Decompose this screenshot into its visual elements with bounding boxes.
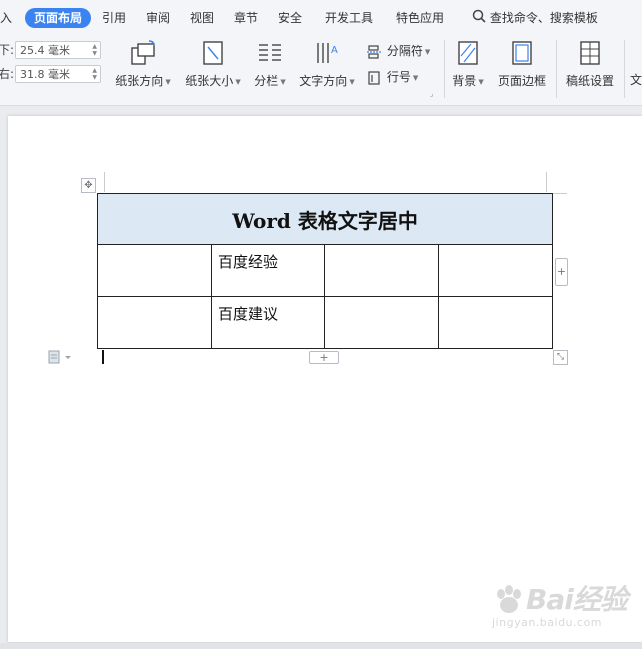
text-direction-icon: A — [317, 43, 338, 63]
table-cell[interactable] — [437, 244, 554, 297]
page-border-button[interactable]: 页面边框 — [494, 40, 550, 89]
table-cell[interactable] — [97, 296, 212, 349]
chevron-down-icon: ▼ — [235, 77, 241, 86]
divider — [556, 40, 557, 98]
more-button[interactable]: 文 — [630, 71, 642, 88]
spin-arrows-icon[interactable]: ▲ ▼ — [92, 43, 97, 57]
margin-bottom-label: 下: — [0, 43, 15, 57]
cell-text — [439, 245, 552, 251]
table-row: 百度建议 — [97, 296, 554, 349]
tab-page-layout[interactable]: 页面布局 — [25, 8, 92, 28]
command-search[interactable]: 查找命令、搜索模板 — [472, 8, 598, 28]
table-cell[interactable] — [437, 296, 554, 349]
cell-text: 百度经验 — [218, 253, 279, 271]
table-cell[interactable] — [97, 244, 212, 297]
watermark: Bai经验 jingyan.baidu.com — [492, 578, 628, 629]
table-header-row: Word 表格文字居中 — [96, 193, 554, 245]
columns-label: 分栏 — [254, 74, 279, 88]
background-icon — [458, 41, 478, 65]
orientation-label: 纸张方向 — [115, 74, 164, 88]
corner-guide — [546, 172, 547, 192]
table-row: 百度经验 — [97, 244, 554, 297]
cell-text — [325, 245, 438, 251]
line-numbers-button[interactable]: 行号 ▼ — [367, 69, 418, 86]
table-move-handle-icon[interactable]: ✥ — [81, 178, 96, 193]
watermark-brand: Bai经验 — [526, 583, 628, 616]
columns-icon — [259, 44, 281, 61]
tab-view[interactable]: 视图 — [190, 8, 214, 28]
ribbon: 入 页面布局 引用 审阅 视图 章节 安全 开发工具 特色应用 查找命令、搜索模… — [0, 0, 642, 106]
background-button[interactable]: 背景 ▼ — [448, 40, 488, 89]
chevron-down-icon: ▼ — [412, 73, 419, 82]
chevron-down-icon: ▼ — [424, 47, 431, 56]
text-cursor — [102, 350, 104, 364]
tab-security[interactable]: 安全 — [278, 8, 302, 28]
cell-text: 百度建议 — [218, 305, 279, 323]
columns-button[interactable]: 分栏 ▼ — [250, 40, 290, 89]
margin-bottom-value: 25.4 毫米 — [20, 44, 70, 57]
orientation-icon — [131, 40, 155, 65]
background-label: 背景 — [452, 74, 477, 88]
cell-text — [439, 297, 552, 303]
tab-developer[interactable]: 开发工具 — [325, 8, 373, 28]
document-table[interactable]: Word 表格文字居中 百度经验 百度建议 — [96, 193, 554, 349]
paper-size-button[interactable]: 纸张大小 ▼ — [182, 40, 244, 89]
breaks-icon — [367, 44, 381, 59]
manuscript-button[interactable]: 稿纸设置 — [562, 40, 618, 89]
line-numbers-icon — [368, 70, 380, 85]
paw-logo-icon — [497, 585, 521, 613]
text-direction-button[interactable]: A 文字方向 ▼ — [296, 40, 358, 89]
chevron-down-icon: ▼ — [165, 77, 171, 86]
tab-references[interactable]: 引用 — [102, 8, 126, 28]
more-label: 文 — [630, 73, 642, 87]
tab-chapter[interactable]: 章节 — [234, 8, 258, 28]
divider — [444, 40, 445, 98]
tab-review[interactable]: 审阅 — [146, 8, 170, 28]
spin-arrows-icon[interactable]: ▲ ▼ — [92, 67, 97, 81]
add-column-icon[interactable]: + — [555, 258, 568, 286]
corner-guide — [104, 172, 105, 192]
table-cell[interactable]: 百度建议 — [211, 296, 325, 349]
margin-right-value: 31.8 毫米 — [20, 68, 70, 81]
paper-size-label: 纸张大小 — [185, 74, 234, 88]
corner-guide — [553, 193, 567, 194]
paragraph-options-icon[interactable] — [48, 349, 74, 368]
paper-size-icon — [203, 41, 223, 65]
divider — [624, 40, 625, 98]
cell-text — [98, 245, 211, 251]
margin-right-input[interactable]: 31.8 毫米 ▲ ▼ — [15, 65, 101, 83]
search-icon — [472, 9, 486, 29]
line-numbers-label: 行号 — [386, 70, 411, 84]
cell-text — [98, 297, 211, 303]
tab-insert[interactable]: 入 — [0, 8, 12, 28]
chevron-down-icon: ▼ — [280, 77, 286, 86]
table-cell[interactable] — [324, 296, 439, 349]
tab-features[interactable]: 特色应用 — [396, 8, 444, 28]
page-border-label: 页面边框 — [497, 74, 546, 88]
breaks-label: 分隔符 — [386, 44, 423, 58]
search-label: 查找命令、搜索模板 — [489, 11, 598, 25]
table-header-cell[interactable]: Word 表格文字居中 — [96, 193, 554, 245]
text-direction-label: 文字方向 — [299, 74, 348, 88]
page-border-icon — [512, 41, 532, 65]
svg-text:A: A — [331, 45, 338, 56]
table-cell[interactable] — [324, 244, 439, 297]
table-resize-icon[interactable]: ⤡ — [553, 350, 568, 365]
cell-text — [325, 297, 438, 303]
breaks-button[interactable]: 分隔符 ▼ — [367, 43, 430, 60]
dialog-launcher-icon[interactable]: ⌟ — [430, 90, 433, 98]
orientation-button[interactable]: 纸张方向 ▼ — [112, 40, 174, 89]
manuscript-label: 稿纸设置 — [565, 74, 614, 88]
add-row-icon[interactable]: + — [309, 351, 339, 364]
margin-bottom-input[interactable]: 25.4 毫米 ▲ ▼ — [15, 41, 101, 59]
chevron-down-icon: ▼ — [349, 77, 355, 86]
table-cell[interactable]: 百度经验 — [211, 244, 325, 297]
manuscript-icon — [580, 41, 600, 65]
chevron-down-icon: ▼ — [478, 77, 484, 86]
margin-right-label: 右: — [0, 67, 15, 81]
status-bar — [0, 643, 642, 649]
